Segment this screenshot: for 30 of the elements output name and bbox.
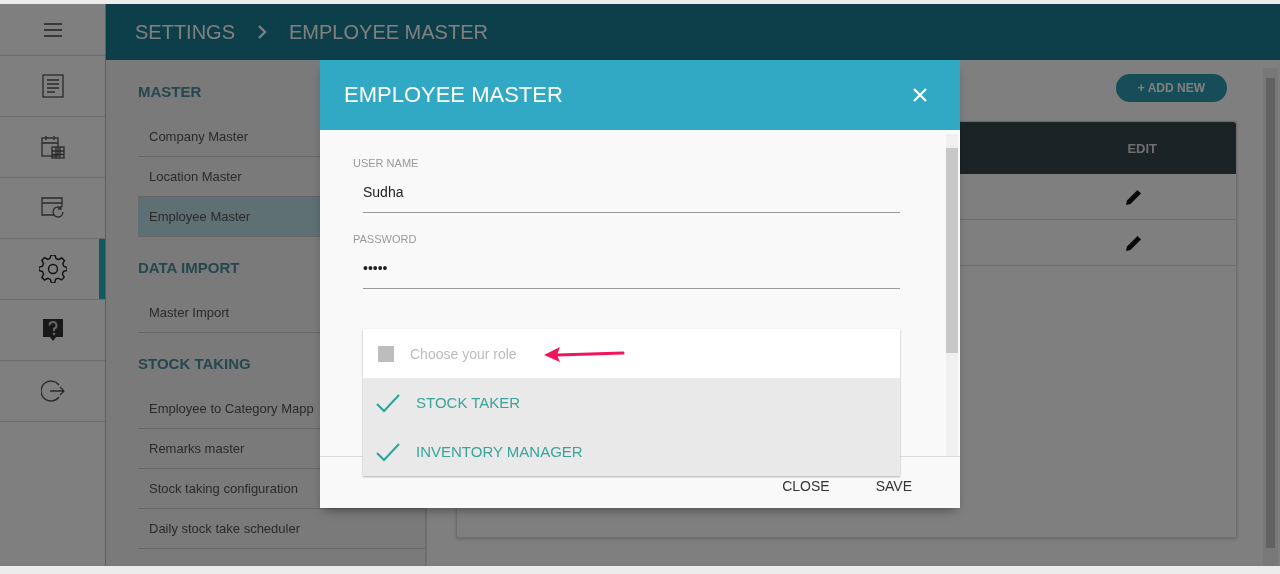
breadcrumb-item: EMPLOYEE MASTER	[289, 20, 488, 44]
add-new-button[interactable]: + ADD NEW	[1115, 74, 1227, 102]
input-field[interactable]: Sudha	[363, 178, 900, 213]
edit-icon[interactable]	[1125, 233, 1143, 252]
scrollbar[interactable]	[1263, 68, 1278, 566]
chevron-right-icon	[257, 25, 267, 39]
edit-icon[interactable]	[1125, 187, 1143, 206]
document-icon[interactable]	[41, 74, 64, 98]
section-heading: DATA IMPORT	[138, 258, 240, 278]
calendar-icon[interactable]	[40, 135, 65, 159]
breadcrumb-item[interactable]: SETTINGS	[135, 20, 235, 44]
role-select-field[interactable]: Choose your role	[410, 345, 517, 362]
input-field[interactable]: •••••	[363, 254, 900, 289]
menu-item[interactable]: Daily stock take scheduler	[138, 509, 425, 549]
settings-icon[interactable]	[38, 255, 67, 283]
square-icon	[378, 345, 394, 362]
section-heading: STOCK TAKING	[138, 354, 251, 374]
dropdown-option[interactable]: INVENTORY MANAGER	[363, 427, 900, 476]
logout-icon[interactable]	[40, 379, 65, 403]
menu-icon[interactable]	[42, 22, 63, 37]
dialog-title: EMPLOYEE MASTER	[344, 82, 563, 108]
field-label: USER NAME	[353, 157, 420, 169]
nav-item[interactable]	[0, 239, 105, 300]
dropdown-option[interactable]: STOCK TAKER	[363, 378, 900, 427]
window-refresh-icon[interactable]	[40, 197, 65, 219]
close-icon[interactable]	[913, 88, 927, 102]
scrollbar[interactable]	[946, 134, 958, 456]
section-heading: MASTER	[138, 82, 202, 102]
help-icon[interactable]	[41, 318, 64, 342]
column-header: EDIT	[1127, 140, 1157, 156]
